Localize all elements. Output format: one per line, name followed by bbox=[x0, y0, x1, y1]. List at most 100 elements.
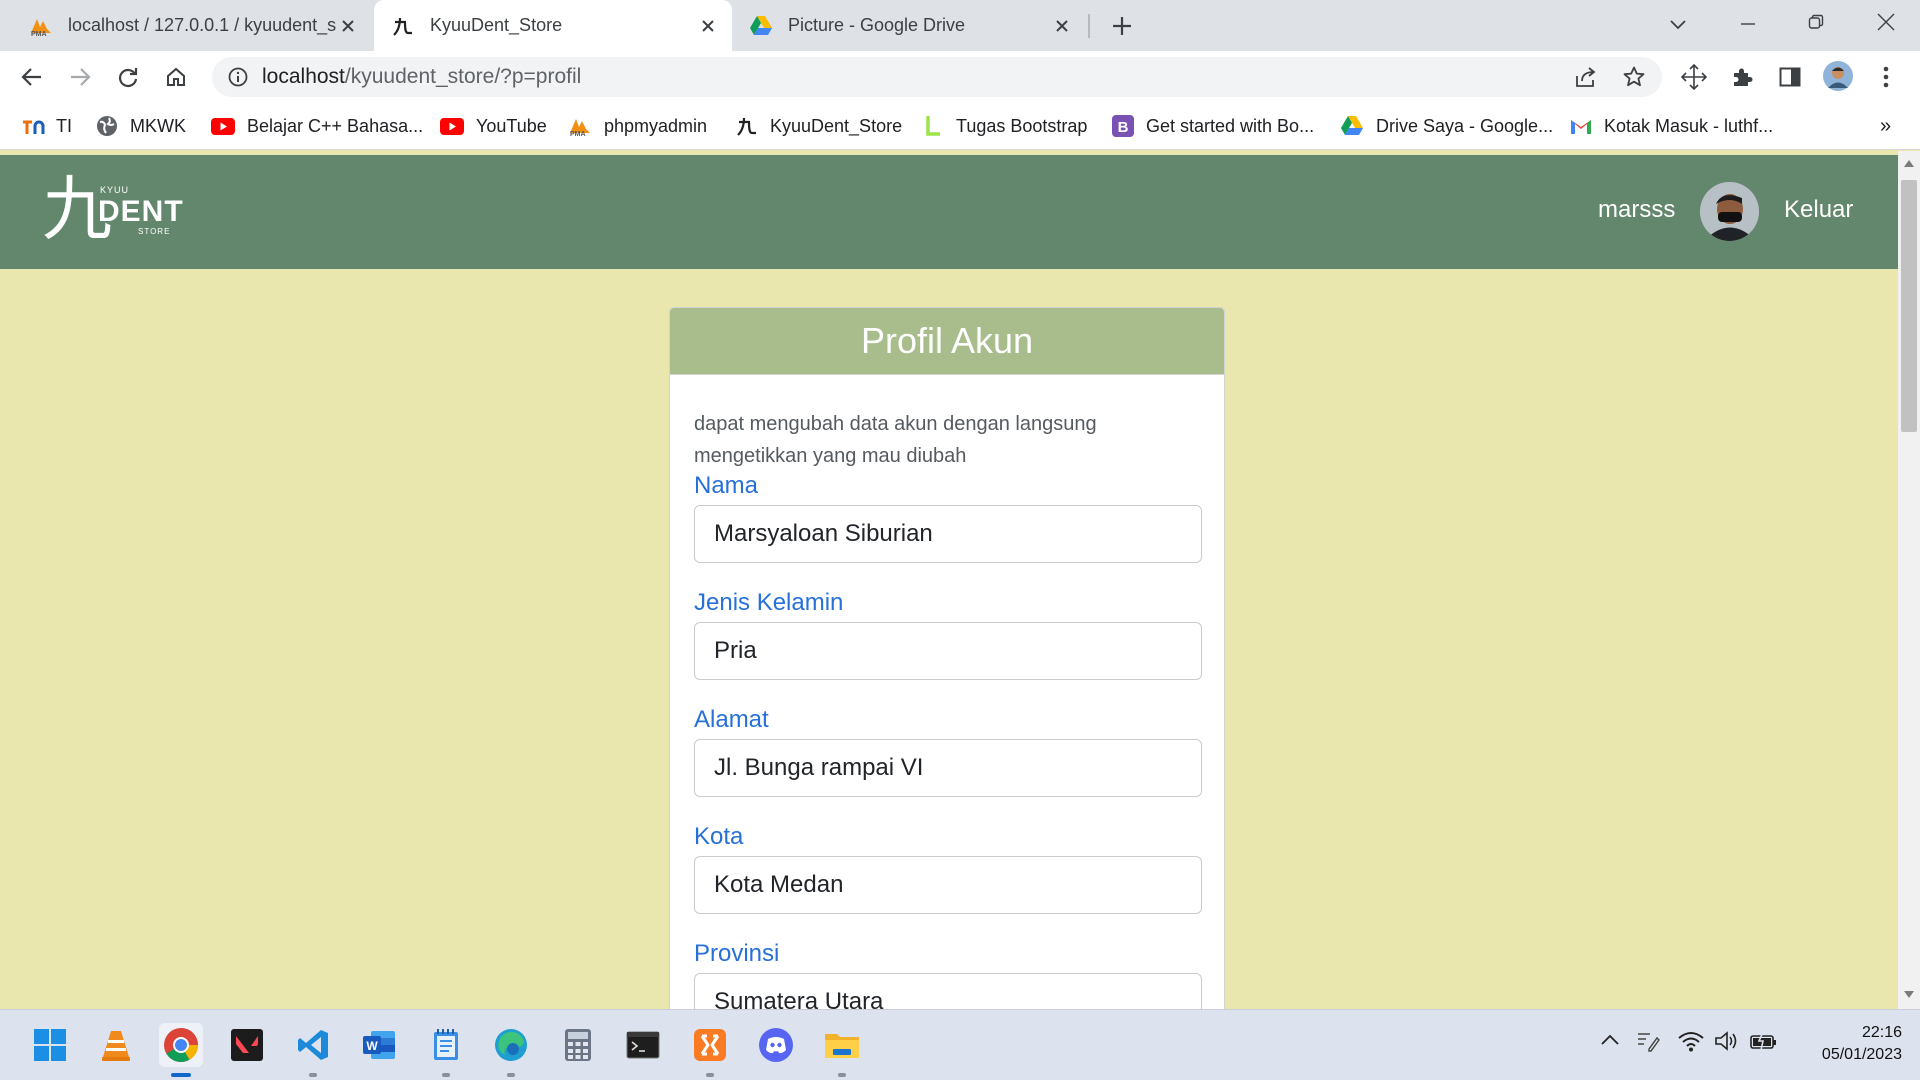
logout-link[interactable]: Keluar bbox=[1784, 196, 1853, 224]
google-drive-icon bbox=[748, 13, 774, 39]
tab-search-chevron-icon[interactable] bbox=[1662, 8, 1694, 40]
file-explorer-icon[interactable] bbox=[820, 1023, 864, 1077]
profile-avatar-icon[interactable] bbox=[1822, 60, 1854, 92]
side-panel-icon[interactable] bbox=[1774, 61, 1806, 93]
discord-icon[interactable] bbox=[754, 1023, 798, 1067]
input-nama[interactable]: Marsyaloan Siburian bbox=[694, 505, 1202, 563]
bootstrap-icon: B bbox=[1112, 115, 1134, 137]
wifi-icon[interactable] bbox=[1678, 1030, 1704, 1052]
youtube-icon bbox=[211, 115, 235, 137]
reload-icon[interactable] bbox=[112, 61, 144, 93]
gmail-icon bbox=[1570, 115, 1592, 137]
logo-top-text: KYUU bbox=[100, 185, 130, 195]
minimize-icon[interactable] bbox=[1732, 8, 1764, 40]
close-icon[interactable] bbox=[1050, 14, 1074, 38]
profile-title: Profil Akun bbox=[860, 320, 1034, 361]
bookmark-kyuudent[interactable]: KyuuDent_Store bbox=[736, 112, 902, 140]
close-icon[interactable] bbox=[336, 14, 360, 38]
scroll-up-icon[interactable] bbox=[1904, 159, 1914, 167]
xampp-icon[interactable] bbox=[688, 1023, 732, 1077]
notepad-icon[interactable] bbox=[424, 1023, 468, 1077]
phpmyadmin-icon: PMA bbox=[28, 13, 54, 39]
bookmark-star-icon[interactable] bbox=[1618, 61, 1650, 93]
vlc-icon[interactable] bbox=[94, 1023, 138, 1067]
bookmark-label: Tugas Bootstrap bbox=[956, 115, 1088, 136]
bookmark-phpmyadmin[interactable]: PMA phpmyadmin bbox=[568, 112, 707, 140]
chrome-icon[interactable] bbox=[159, 1023, 203, 1077]
tab-title: localhost / 127.0.0.1 / kyuudent_s bbox=[68, 15, 336, 35]
valorant-icon[interactable] bbox=[225, 1023, 269, 1067]
bookmark-label: Belajar C++ Bahasa... bbox=[247, 115, 424, 136]
active-app-indicator bbox=[171, 1073, 191, 1077]
label-jenis-kelamin: Jenis Kelamin bbox=[694, 589, 844, 616]
tab-google-drive[interactable]: Picture - Google Drive bbox=[734, 0, 1086, 51]
share-icon[interactable] bbox=[1570, 61, 1602, 93]
running-app-indicator bbox=[507, 1073, 515, 1077]
bookmark-label: TI bbox=[56, 115, 72, 136]
close-window-icon[interactable] bbox=[1870, 6, 1902, 38]
menu-kebab-icon[interactable] bbox=[1870, 61, 1902, 93]
kyuu-logo-icon bbox=[736, 115, 758, 137]
page-viewport: 九 KYUU DENT STORE marsss Keluar Profil A… bbox=[0, 151, 1898, 1009]
ti-icon bbox=[22, 115, 46, 137]
bookmark-drive-saya[interactable]: Drive Saya - Google... bbox=[1340, 112, 1553, 140]
bookmark-ti[interactable]: TI bbox=[22, 112, 72, 140]
page-scrollbar[interactable] bbox=[1898, 151, 1920, 1009]
bookmarks-bar: TI MKWK Belajar C++ Bahasa... YouTube PM… bbox=[0, 103, 1920, 150]
close-icon[interactable] bbox=[696, 14, 720, 38]
scroll-down-icon[interactable] bbox=[1904, 991, 1914, 999]
more-bookmarks-chevron-icon[interactable]: » bbox=[1880, 112, 1891, 140]
label-alamat: Alamat bbox=[694, 706, 769, 733]
home-icon[interactable] bbox=[160, 61, 192, 93]
terminal-icon[interactable] bbox=[621, 1023, 665, 1067]
bookmark-kotak-masuk[interactable]: Kotak Masuk - luthf... bbox=[1570, 112, 1773, 140]
vscode-icon[interactable] bbox=[291, 1023, 335, 1077]
bookmark-mkwk[interactable]: MKWK bbox=[96, 112, 186, 140]
site-logo[interactable]: 九 KYUU DENT STORE bbox=[42, 169, 183, 249]
clock[interactable]: 22:16 05/01/2023 bbox=[1782, 1022, 1902, 1066]
input-alamat[interactable]: Jl. Bunga rampai VI bbox=[694, 739, 1202, 797]
input-provinsi[interactable]: Sumatera Utara bbox=[694, 973, 1202, 1009]
bookmark-belajar-cpp[interactable]: Belajar C++ Bahasa... bbox=[211, 112, 423, 140]
battery-icon[interactable] bbox=[1750, 1030, 1778, 1052]
nav-username[interactable]: marsss bbox=[1598, 196, 1675, 224]
bookmark-label: MKWK bbox=[130, 115, 186, 136]
svg-text:PMA: PMA bbox=[31, 31, 47, 37]
running-app-indicator bbox=[442, 1073, 450, 1077]
running-app-indicator bbox=[706, 1073, 714, 1077]
user-avatar[interactable] bbox=[1700, 182, 1759, 241]
volume-icon[interactable] bbox=[1714, 1030, 1740, 1052]
youtube-icon bbox=[440, 115, 464, 137]
input-kota[interactable]: Kota Medan bbox=[694, 856, 1202, 914]
url-text: localhost/kyuudent_store/?p=profil bbox=[262, 65, 581, 89]
forward-icon[interactable] bbox=[64, 61, 96, 93]
url-host: localhost bbox=[262, 65, 345, 88]
site-navbar: 九 KYUU DENT STORE marsss Keluar bbox=[0, 155, 1898, 269]
notification-pen-icon[interactable] bbox=[1636, 1030, 1660, 1052]
tab-kyuudent-store[interactable]: KyuuDent_Store bbox=[374, 0, 732, 51]
edge-icon[interactable] bbox=[489, 1023, 533, 1077]
calculator-icon[interactable] bbox=[556, 1023, 600, 1067]
back-icon[interactable] bbox=[16, 61, 48, 93]
browser-tab-strip: PMA localhost / 127.0.0.1 / kyuudent_s K… bbox=[0, 0, 1920, 51]
restore-icon[interactable] bbox=[1800, 6, 1832, 38]
move-icon[interactable] bbox=[1678, 61, 1710, 93]
bookmark-label: Kotak Masuk - luthf... bbox=[1604, 115, 1774, 136]
word-icon[interactable]: W bbox=[357, 1023, 401, 1067]
logo-bottom-text: STORE bbox=[138, 227, 171, 236]
browser-toolbar: localhost/kyuudent_store/?p=profil bbox=[0, 51, 1920, 103]
address-bar[interactable]: localhost/kyuudent_store/?p=profil bbox=[212, 57, 1662, 97]
bookmark-tugas-bootstrap[interactable]: Tugas Bootstrap bbox=[922, 112, 1087, 140]
site-info-icon[interactable] bbox=[222, 61, 254, 93]
tab-phpmyadmin[interactable]: PMA localhost / 127.0.0.1 / kyuudent_s bbox=[0, 0, 372, 51]
input-jenis-kelamin[interactable]: Pria bbox=[694, 622, 1202, 680]
scroll-thumb[interactable] bbox=[1901, 180, 1917, 432]
windows-start-icon[interactable] bbox=[28, 1023, 72, 1067]
extensions-icon[interactable] bbox=[1726, 61, 1758, 93]
tray-overflow-chevron-icon[interactable] bbox=[1600, 1034, 1620, 1046]
running-app-indicator bbox=[309, 1073, 317, 1077]
bookmark-youtube[interactable]: YouTube bbox=[440, 112, 547, 140]
clock-time: 22:16 bbox=[1861, 1024, 1902, 1041]
bookmark-get-started-bootstrap[interactable]: B Get started with Bo... bbox=[1112, 112, 1314, 140]
new-tab-icon[interactable] bbox=[1106, 10, 1138, 42]
